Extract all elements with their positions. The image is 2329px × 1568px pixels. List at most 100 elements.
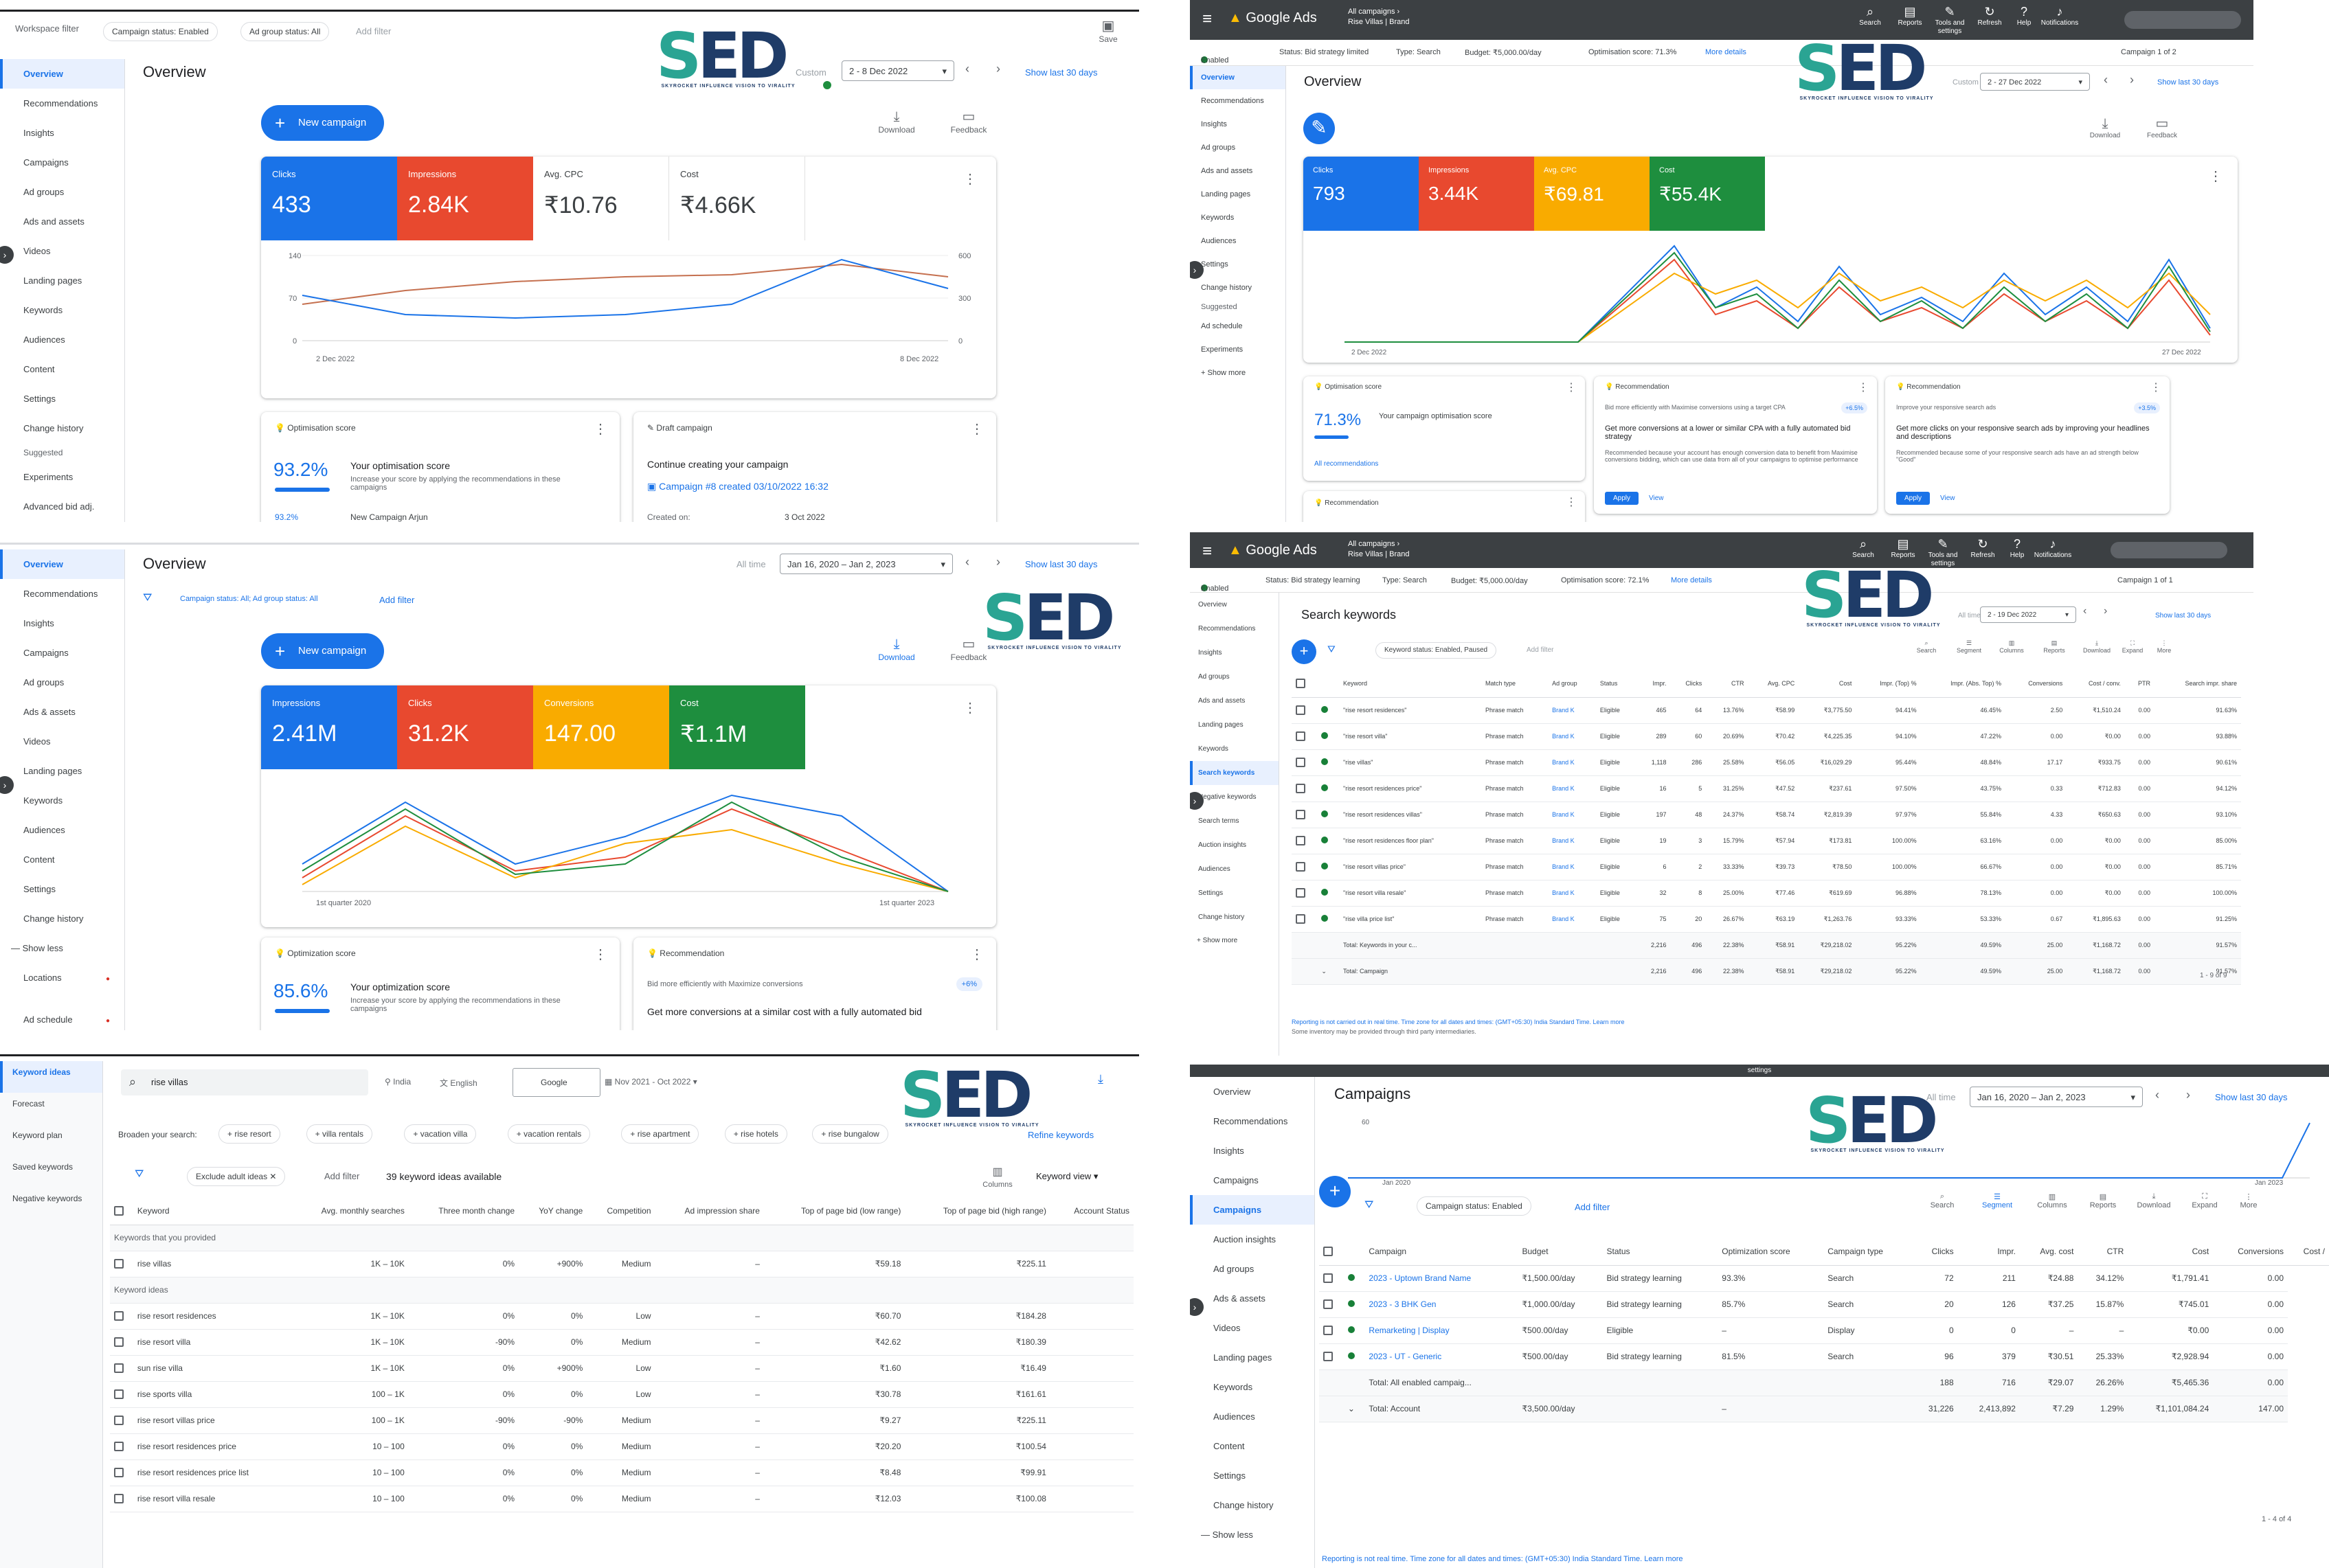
row-status[interactable] bbox=[1317, 802, 1339, 828]
sidebar-item-recommendations[interactable]: Recommendations bbox=[0, 89, 124, 118]
table-row[interactable]: Remarketing | Display ₹500.00/day Eligible… bbox=[1319, 1317, 2329, 1344]
sidebar-item-audiences[interactable]: Audiences bbox=[0, 325, 124, 354]
sidebar-item-campaigns[interactable]: Campaigns bbox=[0, 638, 124, 668]
column-header-campaign[interactable]: Campaign bbox=[1364, 1238, 1518, 1266]
next-period-button[interactable]: › bbox=[996, 62, 1000, 76]
more-options-icon[interactable]: ⋮ bbox=[963, 170, 977, 188]
sidebar-item-keywords[interactable]: Keywords bbox=[1190, 206, 1285, 229]
row-status[interactable] bbox=[1343, 1291, 1365, 1318]
sidebar-item-search-keywords[interactable]: Search keywords bbox=[1190, 761, 1279, 785]
sidebar-item-insights[interactable]: Insights bbox=[0, 118, 124, 148]
sidebar-item-keyword-ideas[interactable]: Keyword ideas bbox=[0, 1061, 102, 1093]
row-status[interactable] bbox=[1317, 697, 1339, 724]
sidebar-item-ad-groups[interactable]: Ad groups bbox=[1190, 665, 1279, 689]
apply-button[interactable]: Apply bbox=[1605, 492, 1639, 505]
header-search[interactable]: ⌕ Search bbox=[1849, 4, 1891, 27]
sidebar-item-overview[interactable]: Overview bbox=[1190, 66, 1285, 89]
table-row[interactable]: "rise resort villas price" Phrase match Br… bbox=[1292, 854, 2241, 880]
toolbar-segment[interactable]: ☰ Segment bbox=[1973, 1192, 2021, 1209]
row-checkbox[interactable] bbox=[1292, 697, 1318, 724]
row-status[interactable] bbox=[1317, 906, 1339, 933]
table-row[interactable]: 2023 - UT - Generic ₹500.00/day Bid strate… bbox=[1319, 1343, 2329, 1370]
cell-ad-group[interactable]: Brand K bbox=[1548, 906, 1596, 933]
metric-tile-conversions[interactable]: Conversions 147.00 bbox=[533, 685, 669, 769]
row-status[interactable] bbox=[1317, 828, 1339, 854]
sidebar-item-campaigns[interactable]: Campaigns bbox=[1190, 1195, 1314, 1225]
row-checkbox[interactable] bbox=[1292, 906, 1318, 933]
table-row[interactable]: "rise resort villa" Phrase match Brand K El… bbox=[1292, 723, 2241, 750]
network-selector[interactable]: Google bbox=[513, 1068, 600, 1097]
sidebar-item-ad-groups[interactable]: Ad groups bbox=[0, 177, 124, 207]
sidebar-item-ad-groups[interactable]: Ad groups bbox=[1190, 136, 1285, 159]
row-status[interactable] bbox=[1343, 1343, 1365, 1370]
toolbar-columns[interactable]: ▥ Columns bbox=[2028, 1192, 2076, 1209]
menu-icon[interactable]: ≡ bbox=[1202, 10, 1212, 29]
sidebar-item-auction-insights[interactable]: Auction insights bbox=[1190, 833, 1279, 857]
sidebar-item-keywords[interactable]: Keywords bbox=[1190, 737, 1279, 761]
metric-tile-clicks[interactable]: Clicks 433 bbox=[261, 157, 397, 240]
more-options-icon[interactable]: ⋮ bbox=[1566, 495, 1577, 509]
column-header-cost-conv[interactable]: Cost / conv. bbox=[2067, 670, 2125, 698]
table-row[interactable]: "rise resort villa resale" Phrase match Br… bbox=[1292, 880, 2241, 907]
location-selector[interactable]: ⚲ India bbox=[385, 1077, 411, 1087]
sidebar-item-keywords[interactable]: Keywords bbox=[0, 786, 124, 815]
table-row[interactable]: sun rise villa 1K – 10K 0% +900% Low – ₹1.60 ₹1… bbox=[110, 1355, 1134, 1382]
show-more-link[interactable]: + Show more bbox=[1190, 929, 1279, 953]
download-icon[interactable]: ⤓ bbox=[1098, 1072, 1103, 1087]
sidebar-item-keyword-plan[interactable]: Keyword plan bbox=[0, 1124, 102, 1156]
metric-tile-impressions[interactable]: Impressions 2.41M bbox=[261, 685, 397, 769]
sidebar-item-landing-pages[interactable]: Landing pages bbox=[1190, 1343, 1314, 1372]
column-header-search-impr-share[interactable]: Search impr. share bbox=[2154, 670, 2241, 698]
table-row[interactable]: "rise resort residences price" Phrase mat… bbox=[1292, 775, 2241, 802]
sidebar-item-ads-and-assets[interactable]: Ads and assets bbox=[1190, 689, 1279, 713]
column-header-yoy-change[interactable]: YoY change bbox=[519, 1197, 587, 1225]
column-header-status[interactable]: Status bbox=[1595, 670, 1636, 698]
metric-tile-avg-cpc[interactable]: Avg. CPC ₹69.81 bbox=[1534, 157, 1650, 231]
expand-icon[interactable]: ⌄ bbox=[1321, 968, 1327, 975]
row-status[interactable] bbox=[1317, 775, 1339, 802]
show-less-link[interactable]: — Show less bbox=[0, 933, 124, 963]
sidebar-item-keywords[interactable]: Keywords bbox=[0, 295, 124, 325]
header-search[interactable]: ⌕ Search bbox=[1843, 536, 1884, 560]
row-checkbox[interactable] bbox=[1292, 828, 1318, 854]
broaden-chip-rise-resort[interactable]: + rise resort bbox=[218, 1124, 280, 1144]
sidebar-item-ads-assets[interactable]: Ads & assets bbox=[0, 697, 124, 727]
sidebar-item-auction-insights[interactable]: Auction insights bbox=[1190, 1225, 1314, 1254]
column-header-avg-monthly-searches[interactable]: Avg. monthly searches bbox=[289, 1197, 409, 1225]
table-row[interactable]: 2023 - 3 BHK Gen ₹1,000.00/day Bid strateg… bbox=[1319, 1291, 2329, 1318]
sidebar-item-landing-pages[interactable]: Landing pages bbox=[0, 756, 124, 786]
date-range-picker[interactable]: Jan 16, 2020 – Jan 2, 2023 ▾ bbox=[1970, 1087, 2143, 1107]
row-checkbox[interactable] bbox=[1292, 880, 1318, 907]
column-header-three-month-change[interactable]: Three month change bbox=[408, 1197, 519, 1225]
broaden-chip-vacation-villa[interactable]: + vacation villa bbox=[404, 1124, 477, 1144]
prev-period-button[interactable]: ‹ bbox=[2155, 1088, 2159, 1102]
column-header-cost[interactable]: Cost / bbox=[2288, 1238, 2329, 1266]
more-details-link[interactable]: More details bbox=[1705, 48, 1746, 56]
sidebar-item-ads-and-assets[interactable]: Ads and assets bbox=[0, 207, 124, 236]
table-row[interactable]: "rise villa price list" Phrase match Brand… bbox=[1292, 906, 2241, 933]
column-header-cost[interactable]: Cost bbox=[2128, 1238, 2214, 1266]
campaign-breadcrumb[interactable]: All campaigns › Rise Villas | Brand bbox=[1348, 7, 1409, 27]
sidebar-item-settings[interactable]: Settings bbox=[0, 874, 124, 904]
sidebar-item-change-history[interactable]: Change history bbox=[0, 413, 124, 443]
download-button[interactable]: ⤓ Download bbox=[869, 636, 924, 662]
total-row[interactable]: Total: Keywords in your c... 2,216 496 22.3… bbox=[1292, 932, 2241, 959]
sidebar-item-overview[interactable]: Overview bbox=[0, 59, 124, 89]
add-filter-link[interactable]: Add filter bbox=[1527, 646, 1553, 654]
next-period-button[interactable]: › bbox=[2104, 605, 2107, 617]
sidebar-item-videos[interactable]: Videos bbox=[0, 727, 124, 756]
save-button[interactable]: ▣ Save bbox=[1081, 18, 1136, 44]
row-status[interactable] bbox=[1317, 854, 1339, 880]
column-header-budget[interactable]: Budget bbox=[1518, 1238, 1603, 1266]
add-filter-link[interactable]: Add filter bbox=[379, 595, 414, 605]
more-options-icon[interactable]: ⋮ bbox=[594, 420, 607, 438]
sidebar-item-experiments[interactable]: Experiments bbox=[1190, 338, 1285, 361]
table-row[interactable]: 2023 - Uptown Brand Name ₹1,500.00/day Bid… bbox=[1319, 1265, 2329, 1292]
prev-period-button[interactable]: ‹ bbox=[965, 62, 969, 76]
sidebar-item-settings[interactable]: Settings bbox=[0, 384, 124, 413]
columns-button[interactable]: ▥ Columns bbox=[970, 1164, 1025, 1189]
row-checkbox[interactable] bbox=[1292, 749, 1318, 776]
draft-campaign-link[interactable]: ▣ Campaign #8 created 03/10/2022 16:32 bbox=[647, 481, 829, 492]
sidebar-item-overview[interactable]: Overview bbox=[1190, 593, 1279, 617]
filter-chip-adgroup-status[interactable]: Ad group status: All bbox=[240, 22, 330, 41]
